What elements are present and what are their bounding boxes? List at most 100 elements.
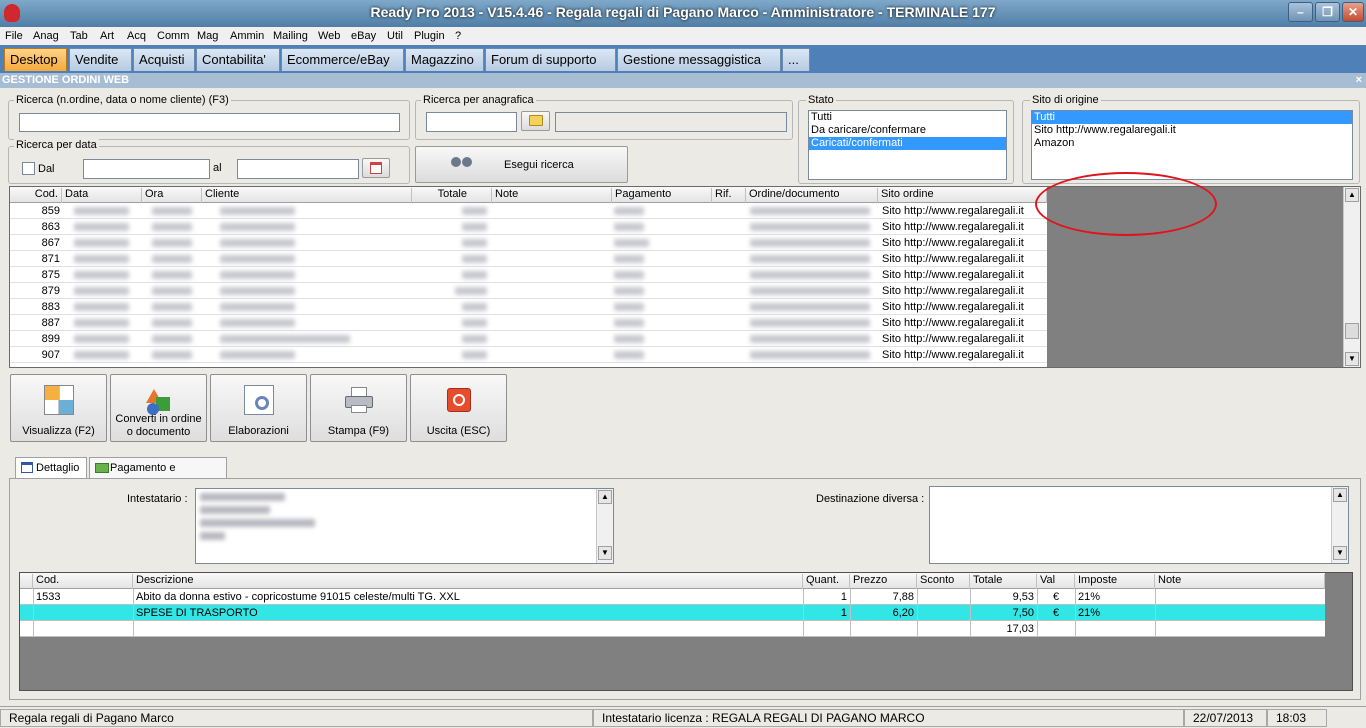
- detail-lines-body: Cod. Descrizione Quant. Prezzo Sconto To…: [20, 573, 1325, 637]
- menu-acq[interactable]: Acq: [127, 30, 146, 42]
- col-ordine[interactable]: Ordine/documento: [746, 188, 878, 203]
- dal-checkbox[interactable]: [22, 162, 35, 175]
- col-rif[interactable]: Rif.: [712, 188, 746, 203]
- tab-messaggistica[interactable]: Gestione messaggistica: [617, 48, 781, 71]
- col-totale[interactable]: Totale: [970, 574, 1037, 589]
- menu-plugin[interactable]: Plugin: [414, 30, 445, 42]
- minimize-icon[interactable]: –: [1288, 2, 1313, 22]
- menu-anag[interactable]: Anag: [33, 30, 59, 42]
- sito-listbox[interactable]: Tutti Sito http://www.regalaregali.it Am…: [1031, 110, 1353, 180]
- col-quant[interactable]: Quant.: [803, 574, 850, 589]
- close-section-icon[interactable]: ×: [1356, 73, 1362, 88]
- col-imposte[interactable]: Imposte: [1075, 574, 1155, 589]
- sito-option-tutti[interactable]: Tutti: [1032, 111, 1352, 124]
- col-sito[interactable]: Sito ordine: [878, 188, 1047, 203]
- menu-art[interactable]: Art: [100, 30, 114, 42]
- calendar-button[interactable]: [362, 158, 390, 178]
- table-row[interactable]: 871 Sito http://www.regalaregali.it: [10, 251, 1047, 267]
- execute-search-button[interactable]: Esegui ricerca: [415, 146, 628, 183]
- close-icon[interactable]: ✕: [1342, 2, 1364, 22]
- search-text-input[interactable]: [19, 113, 400, 132]
- stampa-button[interactable]: Stampa (F9): [310, 374, 407, 442]
- row-cod: 871: [41, 253, 60, 265]
- scroll-down-icon[interactable]: ▼: [1333, 546, 1347, 560]
- table-row[interactable]: SPESE DI TRASPORTO 1 6,20 7,50 € 21%: [20, 605, 1325, 621]
- sito-option-regalaregali[interactable]: Sito http://www.regalaregali.it: [1032, 124, 1352, 137]
- orders-scrollbar[interactable]: ▲ ▼: [1343, 187, 1360, 367]
- stato-option-caricati[interactable]: Caricati/confermati: [809, 137, 1006, 150]
- scroll-up-icon[interactable]: ▲: [1345, 188, 1359, 202]
- date-from-input[interactable]: [83, 159, 210, 179]
- anag-code-input[interactable]: [426, 112, 517, 132]
- col-descrizione[interactable]: Descrizione: [133, 574, 803, 589]
- col-note[interactable]: Note: [1155, 574, 1325, 589]
- tab-desktop[interactable]: Desktop: [4, 48, 67, 71]
- scroll-thumb[interactable]: [1345, 323, 1359, 339]
- subtab-dettaglio[interactable]: Dettaglio: [15, 457, 87, 479]
- destinazione-textarea[interactable]: ▲ ▼: [929, 486, 1349, 564]
- col-data[interactable]: Data: [62, 188, 142, 203]
- tab-vendite[interactable]: Vendite: [69, 48, 132, 71]
- tab-more[interactable]: ...: [782, 48, 810, 71]
- menu-web[interactable]: Web: [318, 30, 340, 42]
- restore-icon[interactable]: ❐: [1315, 2, 1340, 22]
- tab-magazzino[interactable]: Magazzino: [405, 48, 484, 71]
- tab-forum[interactable]: Forum di supporto: [485, 48, 616, 71]
- col-val[interactable]: Val: [1037, 574, 1075, 589]
- menu-ammin[interactable]: Ammin: [230, 30, 264, 42]
- col-totale[interactable]: Totale: [412, 188, 492, 203]
- table-row[interactable]: 883 Sito http://www.regalaregali.it: [10, 299, 1047, 315]
- col-cliente[interactable]: Cliente: [202, 188, 412, 203]
- table-row[interactable]: 863 Sito http://www.regalaregali.it: [10, 219, 1047, 235]
- uscita-button[interactable]: Uscita (ESC): [410, 374, 507, 442]
- table-row[interactable]: 899 Sito http://www.regalaregali.it: [10, 331, 1047, 347]
- col-cod[interactable]: Cod.: [10, 188, 62, 203]
- table-row[interactable]: 879 Sito http://www.regalaregali.it: [10, 283, 1047, 299]
- subtab-pagamento[interactable]: Pagamento e trasporto: [89, 457, 227, 494]
- date-to-input[interactable]: [237, 159, 359, 179]
- destinazione-scrollbar[interactable]: ▲ ▼: [1331, 487, 1348, 563]
- table-row[interactable]: 887 Sito http://www.regalaregali.it: [10, 315, 1047, 331]
- menu-mag[interactable]: Mag: [197, 30, 218, 42]
- col-sconto[interactable]: Sconto: [917, 574, 970, 589]
- power-icon: [446, 388, 471, 412]
- stato-option-da-caricare[interactable]: Da caricare/confermare: [809, 124, 1006, 137]
- elaborazioni-button[interactable]: Elaborazioni: [210, 374, 307, 442]
- table-row[interactable]: 867 Sito http://www.regalaregali.it: [10, 235, 1047, 251]
- line-prezzo: 7,88: [892, 591, 914, 603]
- menu-util[interactable]: Util: [387, 30, 403, 42]
- menu-comm[interactable]: Comm: [157, 30, 189, 42]
- tab-contabilita[interactable]: Contabilita': [196, 48, 280, 71]
- converti-button[interactable]: Converti in ordine o documento: [110, 374, 207, 442]
- line-totale: 7,50: [1012, 607, 1034, 619]
- col-ora[interactable]: Ora: [142, 188, 202, 203]
- col-pagamento[interactable]: Pagamento: [612, 188, 712, 203]
- stato-listbox[interactable]: Tutti Da caricare/confermare Caricati/co…: [808, 110, 1007, 180]
- scroll-up-icon[interactable]: ▲: [598, 490, 612, 504]
- menu-help[interactable]: ?: [455, 30, 461, 42]
- scroll-down-icon[interactable]: ▼: [598, 546, 612, 560]
- folder-button[interactable]: [521, 111, 550, 131]
- col-cod[interactable]: Cod.: [33, 574, 133, 589]
- scroll-down-icon[interactable]: ▼: [1345, 352, 1359, 366]
- col-note[interactable]: Note: [492, 188, 612, 203]
- scroll-up-icon[interactable]: ▲: [1333, 488, 1347, 502]
- tab-acquisti[interactable]: Acquisti: [133, 48, 195, 71]
- table-row[interactable]: 859 Sito http://www.regalaregali.it: [10, 203, 1047, 219]
- menu-mailing[interactable]: Mailing: [273, 30, 308, 42]
- menu-tab[interactable]: Tab: [70, 30, 88, 42]
- stato-option-tutti[interactable]: Tutti: [809, 111, 1006, 124]
- intestatario-textarea[interactable]: ▲ ▼: [195, 488, 614, 564]
- visualizza-label: Visualizza (F2): [22, 425, 95, 437]
- intestatario-scrollbar[interactable]: ▲ ▼: [596, 489, 613, 563]
- table-row[interactable]: 907 Sito http://www.regalaregali.it: [10, 347, 1047, 363]
- col-prezzo[interactable]: Prezzo: [850, 574, 917, 589]
- sito-option-amazon[interactable]: Amazon: [1032, 137, 1352, 150]
- row-cod: 863: [41, 221, 60, 233]
- menu-file[interactable]: File: [5, 30, 23, 42]
- tab-ecommerce[interactable]: Ecommerce/eBay: [281, 48, 404, 71]
- table-row[interactable]: 875 Sito http://www.regalaregali.it: [10, 267, 1047, 283]
- visualizza-button[interactable]: Visualizza (F2): [10, 374, 107, 442]
- menu-ebay[interactable]: eBay: [351, 30, 376, 42]
- table-row[interactable]: 1533 Abito da donna estivo - copricostum…: [20, 589, 1325, 605]
